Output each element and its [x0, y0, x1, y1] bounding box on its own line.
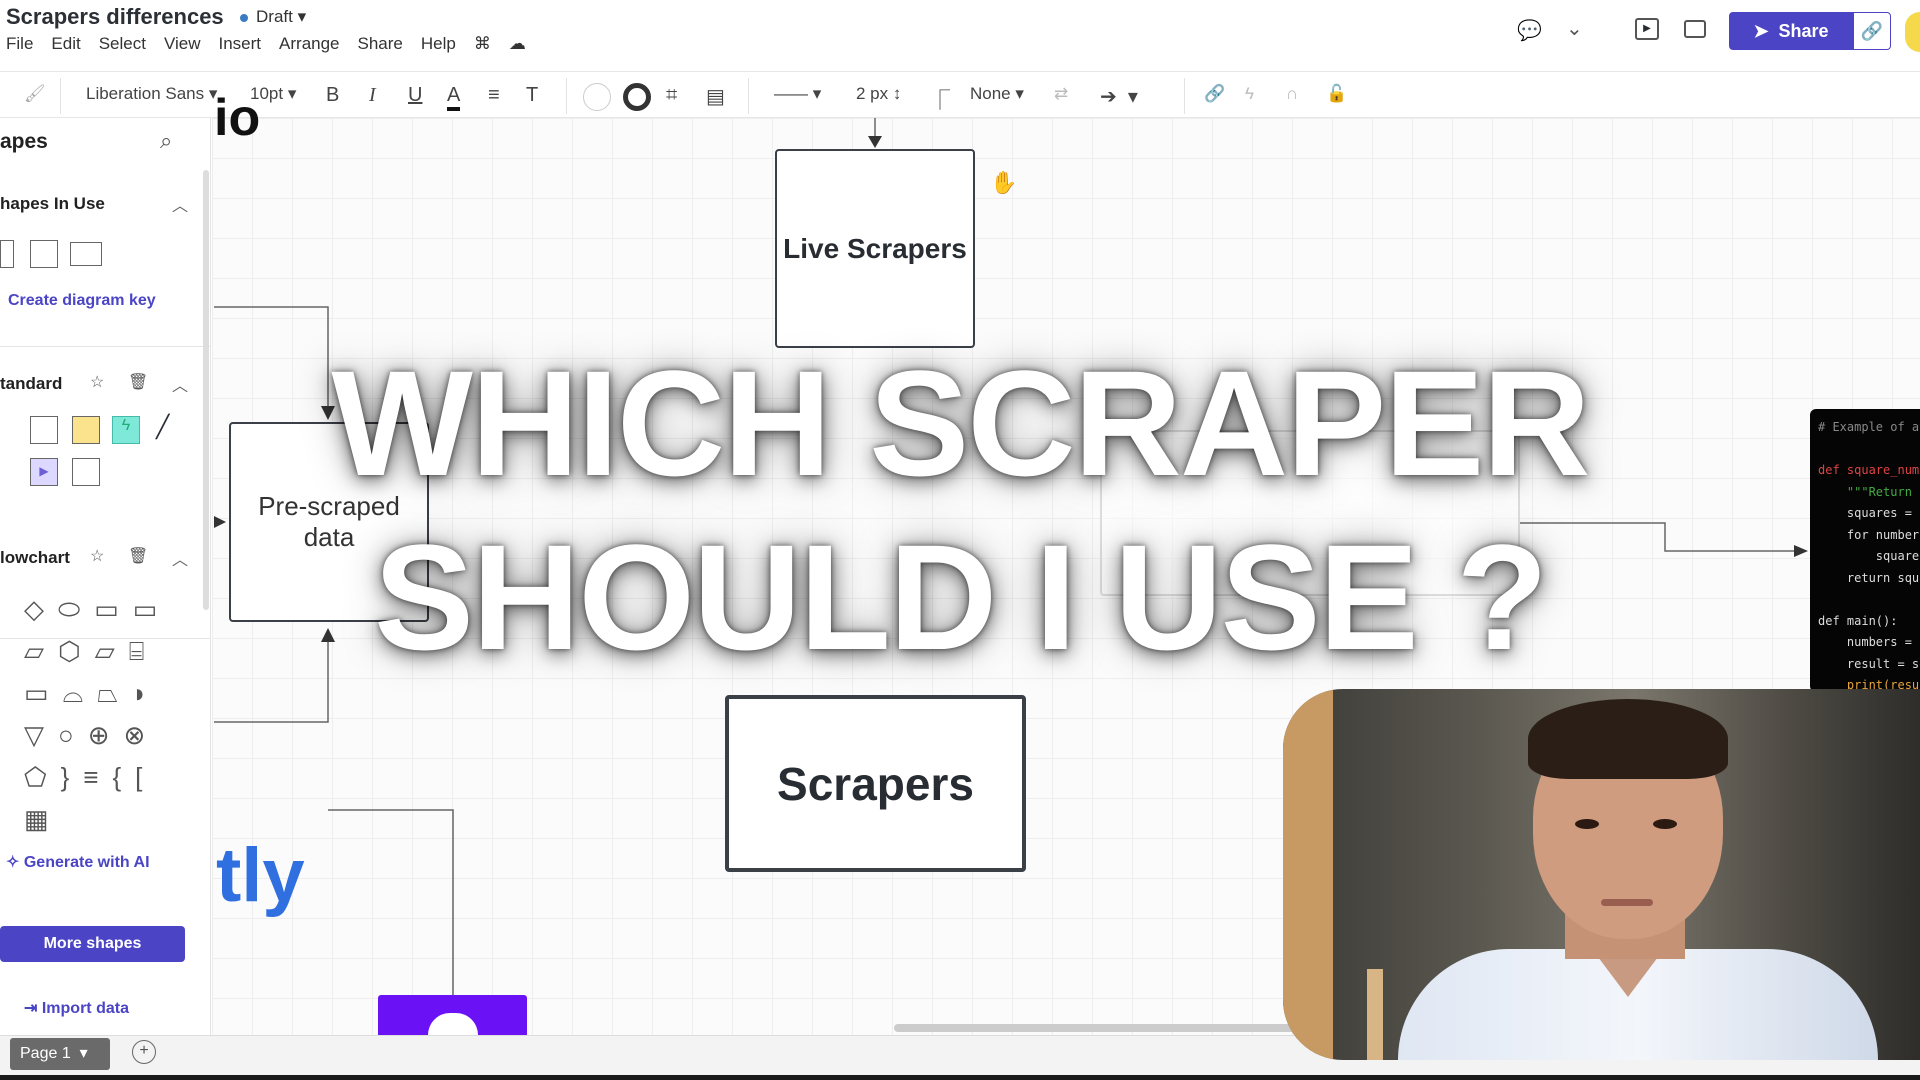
bottom-edge	[0, 1075, 1920, 1080]
partial-text-top: io	[214, 89, 261, 147]
partial-text-bottom: tly	[216, 833, 305, 918]
scrapers-node[interactable]: Scrapers	[725, 695, 1026, 872]
horizontal-scrollbar[interactable]	[894, 1024, 1298, 1032]
add-page-icon[interactable]: +	[132, 1040, 156, 1064]
live-scrapers-node[interactable]: Live Scrapers	[775, 149, 975, 348]
webcam-overlay	[1283, 689, 1920, 1060]
headline-line-1: WHICH SCRAPER	[331, 339, 1590, 507]
purple-node[interactable]	[378, 995, 527, 1035]
hand-cursor-icon: ✋	[990, 170, 1018, 195]
page-tab[interactable]: Page 1 ▾	[10, 1038, 110, 1070]
connector-to-purple	[328, 809, 454, 995]
headline-line-2: SHOULD I USE ?	[373, 513, 1548, 681]
